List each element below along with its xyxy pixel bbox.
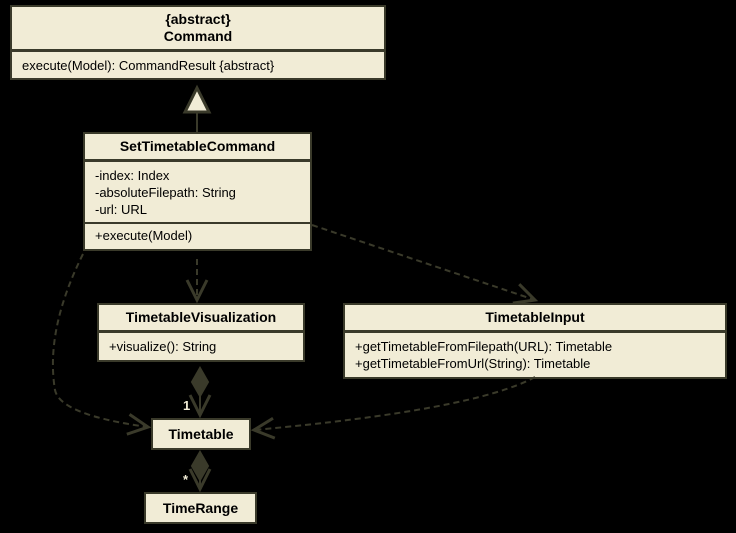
method-getfromurl: +getTimetableFromUrl(String): Timetable bbox=[355, 356, 715, 373]
attr-url: -url: URL bbox=[95, 202, 300, 219]
class-timetable: Timetable bbox=[151, 418, 251, 450]
class-timetableinput-name: TimetableInput bbox=[345, 305, 725, 332]
multiplicity-one: 1 bbox=[183, 398, 190, 413]
class-command-name: Command bbox=[164, 28, 232, 44]
multiplicity-many: * bbox=[183, 472, 188, 487]
class-timetablevisualization-method: +visualize(): String bbox=[99, 335, 303, 360]
class-command-method: execute(Model): CommandResult {abstract} bbox=[12, 54, 384, 79]
class-timerange: TimeRange bbox=[144, 492, 257, 524]
method-getfromfilepath: +getTimetableFromFilepath(URL): Timetabl… bbox=[355, 339, 715, 356]
class-command-title: {abstract} Command bbox=[12, 7, 384, 51]
rel-input-to-timetable bbox=[254, 377, 535, 430]
attr-index: -index: Index bbox=[95, 168, 300, 185]
class-settimetablecommand-attrs: -index: Index -absoluteFilepath: String … bbox=[85, 164, 310, 223]
class-command: {abstract} Command execute(Model): Comma… bbox=[10, 5, 386, 80]
class-settimetablecommand-method: +execute(Model) bbox=[85, 222, 310, 249]
class-settimetablecommand: SetTimetableCommand -index: Index -absol… bbox=[83, 132, 312, 251]
class-timetableinput: TimetableInput +getTimetableFromFilepath… bbox=[343, 303, 727, 379]
attr-absolutefilepath: -absoluteFilepath: String bbox=[95, 185, 300, 202]
class-timerange-name: TimeRange bbox=[146, 494, 255, 522]
class-settimetablecommand-name: SetTimetableCommand bbox=[85, 134, 310, 161]
class-timetablevisualization-name: TimetableVisualization bbox=[99, 305, 303, 332]
class-timetableinput-methods: +getTimetableFromFilepath(URL): Timetabl… bbox=[345, 335, 725, 377]
rel-set-to-input bbox=[312, 225, 535, 300]
stereotype-abstract: {abstract} bbox=[165, 11, 230, 27]
class-timetable-name: Timetable bbox=[153, 420, 249, 448]
class-timetablevisualization: TimetableVisualization +visualize(): Str… bbox=[97, 303, 305, 362]
